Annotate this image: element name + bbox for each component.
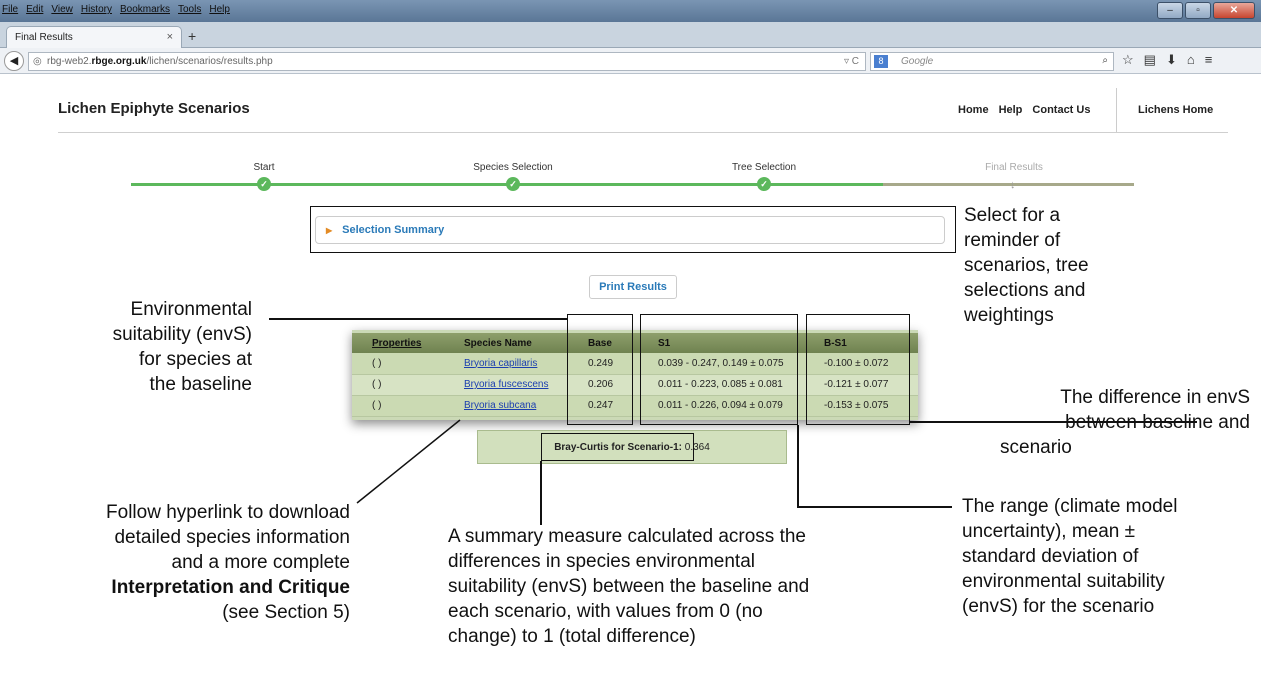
note-difference-tail: scenario (1000, 437, 1072, 458)
note-difference: The difference in envS between baseline … (1060, 387, 1250, 433)
note-env-base: Environmental suitability (envS) for spe… (112, 299, 252, 395)
note-select-reminder: Select for a reminder of scenarios, tree… (964, 205, 1089, 326)
note-summary-measure: A summary measure calculated across the … (448, 526, 810, 647)
note-hyperlink: Follow hyperlink to download detailed sp… (106, 502, 350, 623)
screenshot: File Edit View History Bookmarks Tools H… (0, 0, 1261, 682)
note-range: The range (climate model uncertainty), m… (962, 496, 1178, 617)
